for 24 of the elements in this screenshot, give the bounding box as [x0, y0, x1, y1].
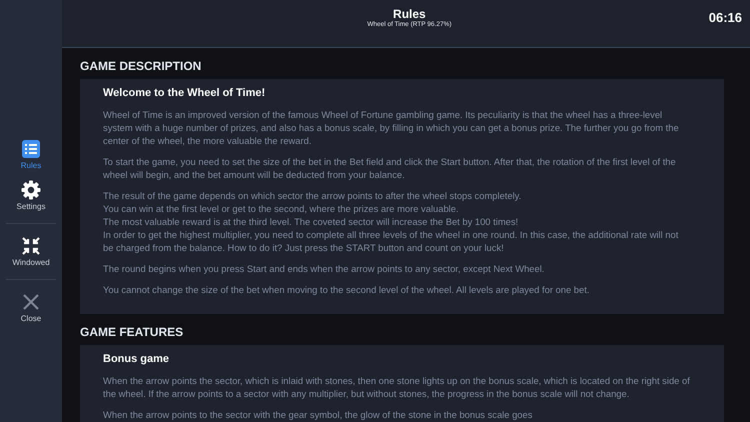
collapse-icon: [20, 236, 41, 256]
sidebar-item[interactable]: Settings: [16, 178, 46, 213]
sidebar-item[interactable]: Close: [20, 290, 42, 325]
clock-time: 06:16: [708, 10, 742, 25]
sidebar-item[interactable]: Rules: [20, 137, 42, 172]
body-text: When the arrow points the sector, which is inlaid with stones, then one stone lights up on the bonus scale, which is located on the right side of the wheel. If the arrow points to a sector with any multiplier, but without stones, the progress in the bonus scale will not change.: [103, 374, 690, 400]
body-text: Wheel of Time is an improved version of the famous Wheel of Fortune gambling game. Its peculiarity is that the wheel has a three-level system with a huge number of prizes, and also has a bonus scale, by filling in which you can get a bonus prize. The further you go from the center of the wheel, the more valuable the reward.: [103, 108, 680, 147]
body-text: The most valuable reward is at the third level. The coveted sector will increase the Bet by 100 times!: [103, 215, 520, 228]
block-title: Bonus game: [103, 353, 170, 365]
close-icon: [20, 292, 41, 312]
body-text: You cannot change the size of the bet when moving to the second level of the wheel. All levels are played for one bet.: [103, 283, 590, 296]
body-text: The result of the game depends on which sector the arrow points to after the wheel stops completely.: [103, 189, 522, 202]
body-text: When the arrow points to the sector with the gear symbol, the glow of the stone in the bonus scale goes: [103, 408, 534, 421]
page-title: Rules: [393, 7, 426, 21]
body-text: To start the game, you need to set the size of the bet in the Bet field and click the Start button. After that, the rotation of the first level of the wheel will begin, and the bet amount will be deducted from your balance.: [103, 155, 677, 181]
sidebar-item[interactable]: Windowed: [12, 234, 50, 269]
settings-icon: [21, 180, 41, 200]
block-title: Welcome to the Wheel of Time!: [103, 87, 266, 99]
list-icon: [20, 139, 41, 159]
section-heading: GAME DESCRIPTION: [80, 59, 202, 73]
body-text: The round begins when you press Start and ends when the arrow points to any sector, except Next Wheel.: [103, 262, 546, 275]
section-heading: GAME FEATURES: [80, 325, 184, 339]
body-text: You can win at the first level or get to the second, where the prizes are more valuable.: [103, 202, 460, 215]
body-text: In order to get the highest multiplier, you need to complete all three levels of the wheel in one round. In this case, the additional rate will not be charged from the balance. How to do it? Just press the START button and count on your luck!: [103, 228, 680, 254]
